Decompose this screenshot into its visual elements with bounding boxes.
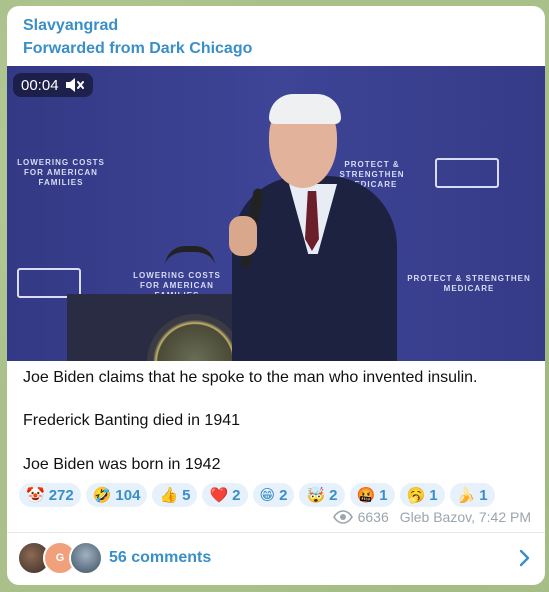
- thumbs-up-icon: 👍: [159, 487, 179, 504]
- message-text-line: Frederick Banting died in 1941: [23, 412, 241, 429]
- comments-count[interactable]: 56 comments: [109, 549, 211, 567]
- mind-blown-icon: 🤯: [306, 487, 326, 504]
- message-text-line: Joe Biden claims that he spoke to the ma…: [23, 369, 478, 386]
- clown-icon: 🤡: [26, 487, 45, 504]
- message-text-line: Joe Biden was born in 1942: [23, 456, 221, 473]
- reaction-count: 2: [329, 486, 338, 504]
- reaction-heart[interactable]: ❤️ 2: [202, 483, 248, 507]
- rofl-icon: 🤣: [92, 487, 112, 504]
- banner-right-bottom: PROTECT & STRENGTHEN MEDICARE: [407, 274, 531, 293]
- reaction-count: 2: [279, 486, 288, 504]
- reaction-count: 1: [379, 486, 388, 504]
- reaction-rofl[interactable]: 🤣 104: [85, 483, 148, 507]
- heart-icon: ❤️: [209, 487, 229, 504]
- commenter-avatars: G: [17, 541, 103, 575]
- banner-left-top: LOWERING COSTS FOR AMERICAN FAMILIES: [17, 158, 105, 187]
- cursing-icon: 🤬: [356, 487, 376, 504]
- comments-button[interactable]: G 56 comments: [7, 533, 545, 585]
- video-duration-badge[interactable]: 00:04: [13, 73, 93, 97]
- reaction-mind-blown[interactable]: 🤯 2: [299, 483, 345, 507]
- message-meta: 6636 Gleb Bazov, 7:42 PM: [332, 509, 531, 525]
- video-duration: 00:04: [21, 76, 59, 94]
- banana-icon: 🍌: [456, 487, 476, 504]
- reactions-bar: 🤡 272 🤣 104 👍 5 ❤️ 2 😁 2 🤯 2 🤬 1 🥱 1 🍌 1: [19, 483, 495, 507]
- video-player[interactable]: LOWERING COSTS FOR AMERICAN FAMILIES PRO…: [7, 66, 545, 361]
- view-count: 6636: [357, 509, 389, 525]
- reaction-count: 1: [429, 486, 438, 504]
- reaction-count: 2: [232, 486, 241, 504]
- message-card: Slavyangrad Forwarded from Dark Chicago …: [7, 6, 545, 585]
- reaction-clown[interactable]: 🤡 272: [19, 483, 81, 507]
- reaction-count: 104: [115, 486, 141, 504]
- yawn-icon: 🥱: [406, 487, 426, 504]
- eye-icon: [332, 510, 353, 524]
- reaction-cursing[interactable]: 🤬 1: [349, 483, 395, 507]
- reaction-count: 272: [48, 486, 74, 504]
- channel-name[interactable]: Slavyangrad: [23, 17, 118, 35]
- reaction-grin[interactable]: 😁 2: [252, 483, 295, 507]
- reaction-thumbs-up[interactable]: 👍 5: [152, 483, 198, 507]
- post-signature: Gleb Bazov, 7:42 PM: [399, 509, 531, 525]
- avatar: [69, 541, 103, 575]
- forwarded-from[interactable]: Forwarded from Dark Chicago: [23, 40, 252, 58]
- reaction-count: 5: [182, 486, 191, 504]
- reaction-yawn[interactable]: 🥱 1: [399, 483, 445, 507]
- grin-icon: 😁: [259, 487, 276, 504]
- speaker-hand: [229, 216, 257, 256]
- reaction-count: 1: [479, 486, 488, 504]
- speaker-hair: [269, 94, 341, 124]
- chevron-right-icon[interactable]: [519, 549, 531, 572]
- white-house-logo: [435, 158, 499, 188]
- muted-speaker-icon[interactable]: [65, 77, 85, 93]
- reaction-banana[interactable]: 🍌 1: [449, 483, 495, 507]
